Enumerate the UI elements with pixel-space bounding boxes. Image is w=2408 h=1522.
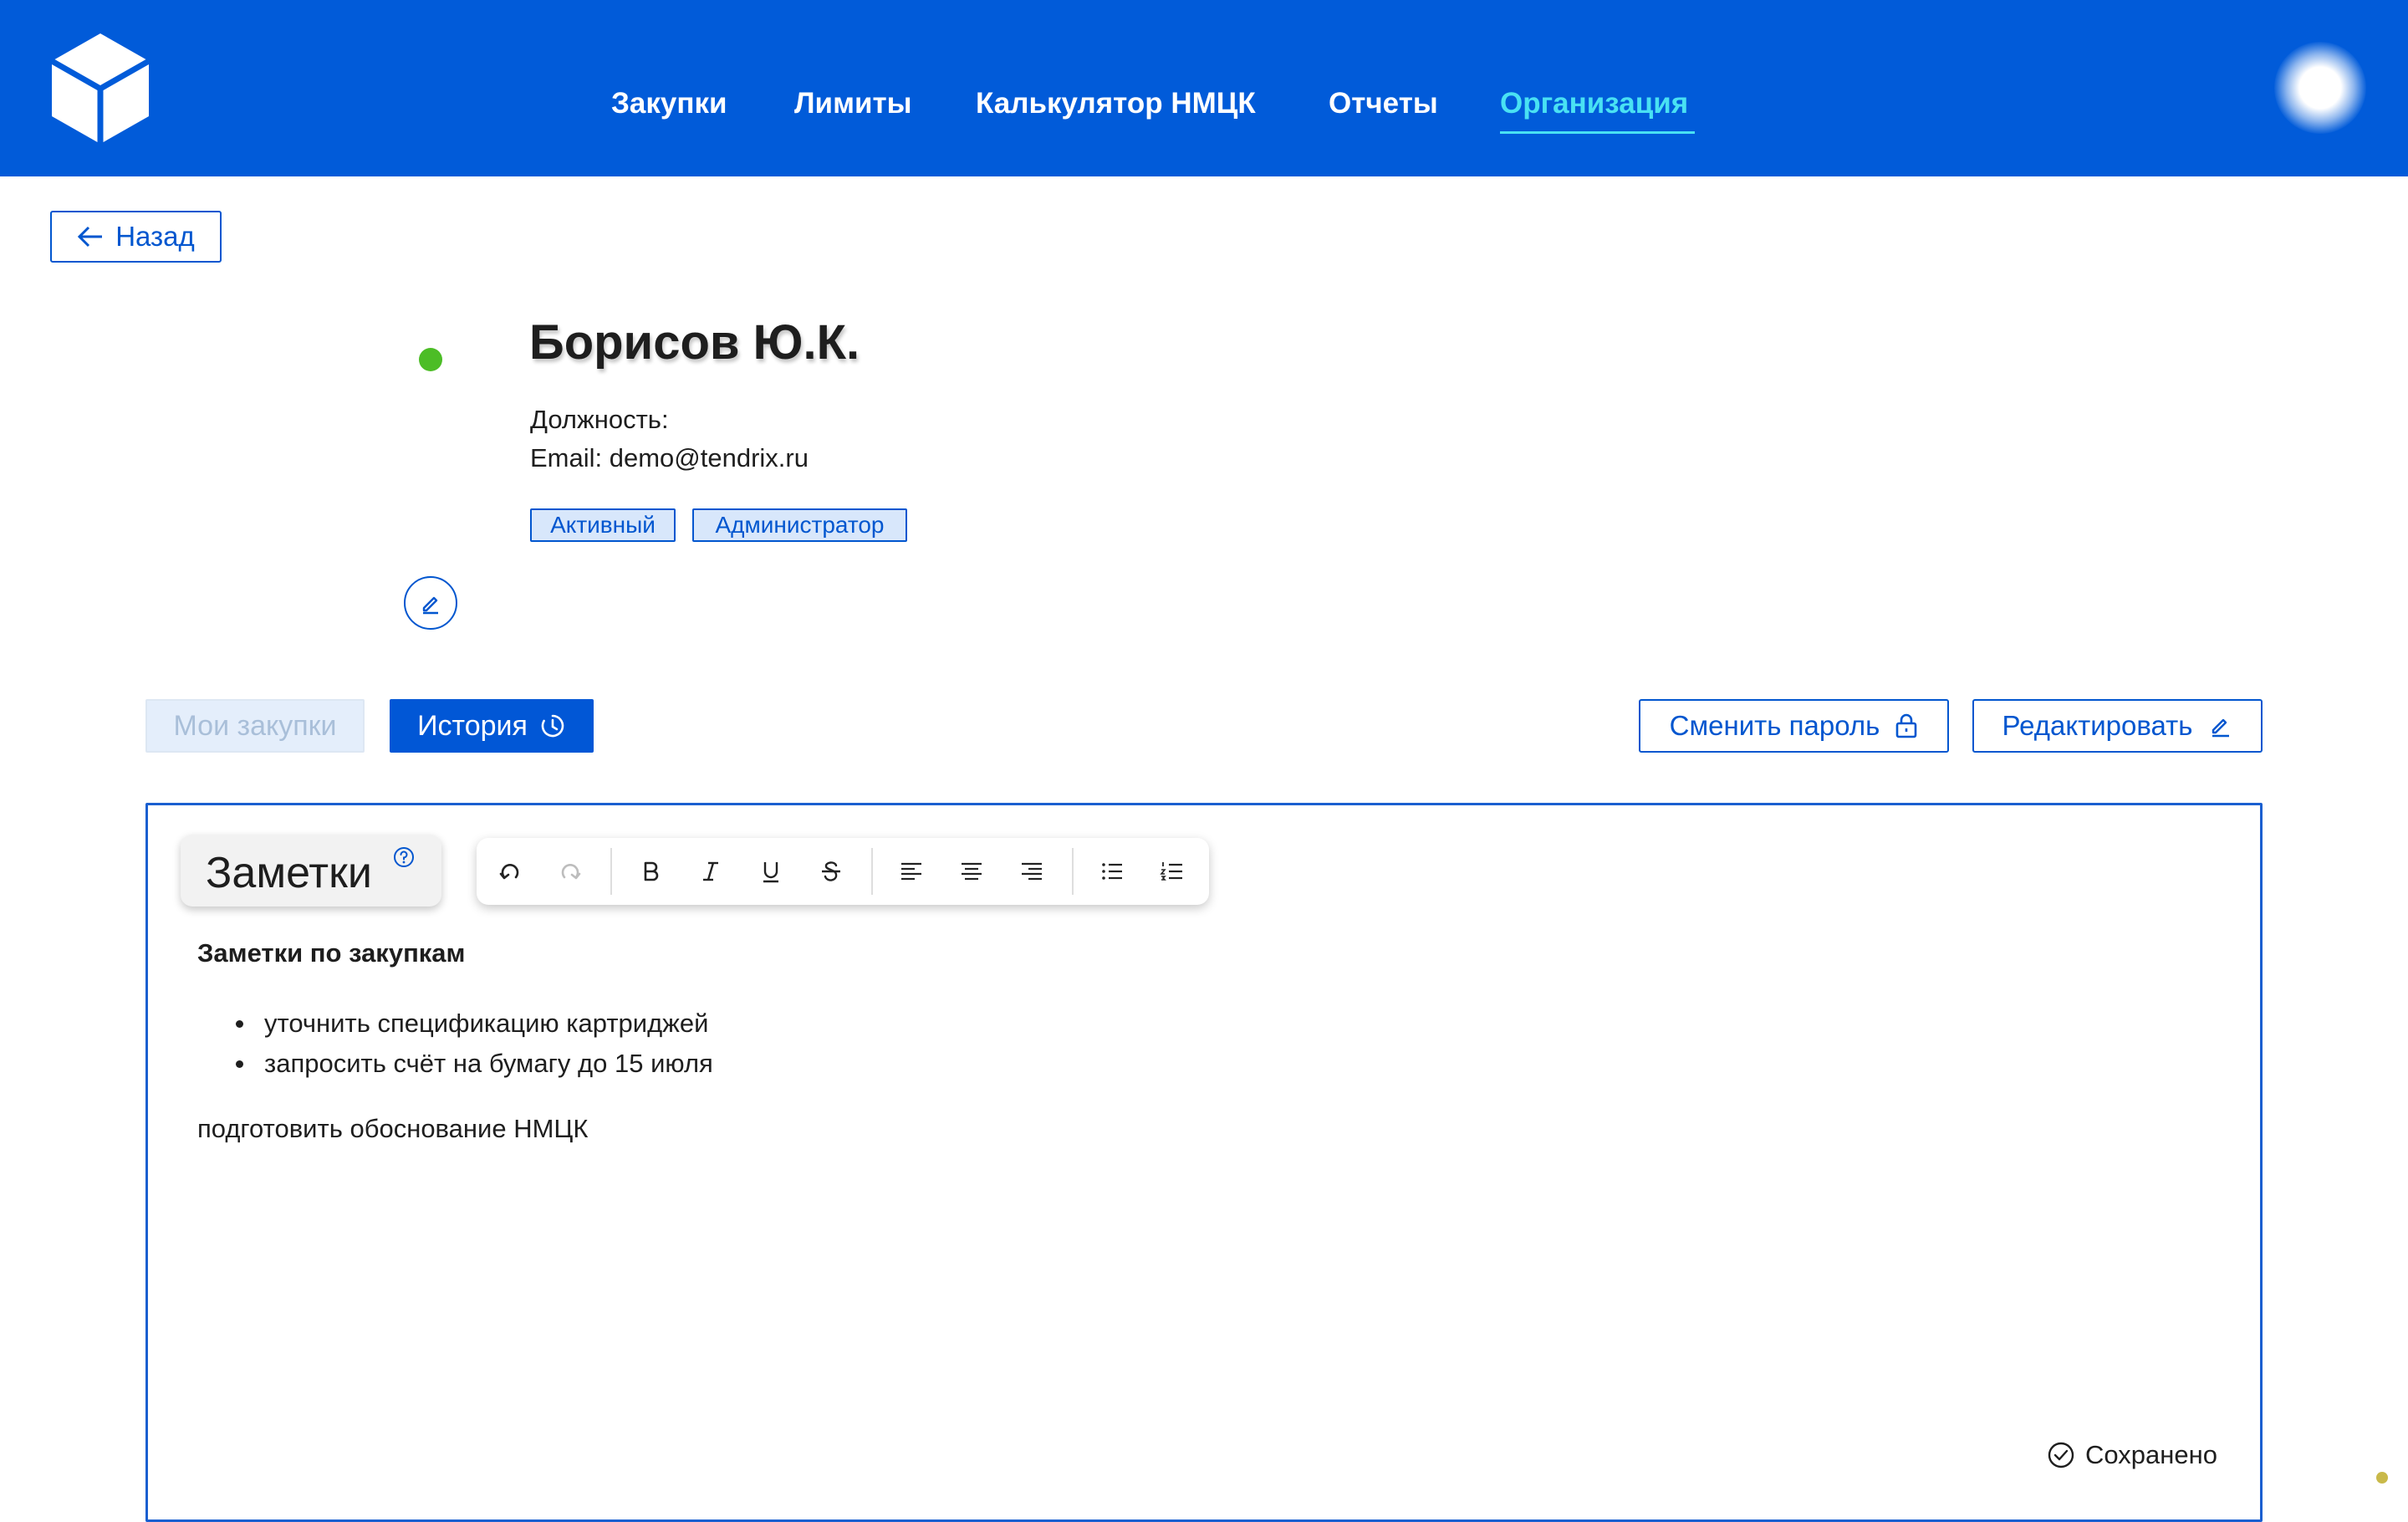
nav-item-reports[interactable]: Отчеты bbox=[1329, 87, 1438, 120]
back-button[interactable]: Назад bbox=[50, 211, 222, 263]
change-password-button[interactable]: Сменить пароль bbox=[1639, 699, 1949, 753]
notes-bullet-list: уточнить спецификацию картриджей запроси… bbox=[234, 1004, 713, 1084]
edit-profile-button[interactable]: Редактировать bbox=[1972, 699, 2263, 753]
profile-email: Email: demo@tendrix.ru bbox=[530, 443, 809, 472]
saved-status: Сохранено bbox=[2047, 1440, 2217, 1470]
nav-item-nmck-calculator[interactable]: Калькулятор НМЦК bbox=[976, 87, 1256, 120]
notes-title-card: Заметки bbox=[181, 835, 441, 907]
top-header: Закупки Лимиты Калькулятор НМЦК Отчеты О… bbox=[0, 0, 2408, 176]
arrow-left-icon bbox=[78, 226, 103, 248]
online-status-indicator bbox=[419, 348, 442, 371]
notes-paragraph: подготовить обоснование НМЦК bbox=[197, 1114, 589, 1143]
bullet-list-icon[interactable] bbox=[1095, 855, 1129, 888]
align-center-icon[interactable] bbox=[955, 855, 988, 888]
avatar[interactable] bbox=[2274, 42, 2366, 134]
tab-history[interactable]: История bbox=[390, 699, 594, 753]
undo-icon[interactable] bbox=[493, 855, 527, 888]
italic-icon[interactable] bbox=[694, 855, 727, 888]
align-left-icon[interactable] bbox=[895, 855, 928, 888]
edit-avatar-button[interactable] bbox=[404, 576, 457, 630]
toolbar-separator bbox=[610, 848, 612, 895]
profile-name: Борисов Ю.К. bbox=[529, 315, 860, 370]
pencil-icon bbox=[422, 596, 438, 615]
bold-icon[interactable] bbox=[634, 855, 667, 888]
list-item: уточнить спецификацию картриджей bbox=[234, 1004, 713, 1044]
list-item: запросить счёт на бумагу до 15 июля bbox=[234, 1044, 713, 1084]
back-button-label: Назад bbox=[115, 221, 195, 252]
toolbar-separator bbox=[871, 848, 873, 895]
toolbar-separator bbox=[1072, 848, 1074, 895]
notes-title: Заметки bbox=[206, 849, 372, 897]
pencil-icon bbox=[2212, 718, 2230, 738]
check-circle-icon bbox=[2048, 1442, 2074, 1468]
profile-position: Должность: bbox=[530, 405, 669, 434]
align-right-icon[interactable] bbox=[1015, 855, 1048, 888]
numbered-list-icon[interactable] bbox=[1156, 855, 1189, 888]
help-icon[interactable] bbox=[393, 846, 415, 868]
tab-my-purchases[interactable]: Мои закупки bbox=[145, 699, 365, 753]
active-nav-underline bbox=[1500, 131, 1695, 134]
history-clock-icon bbox=[541, 714, 564, 738]
main-nav: Закупки Лимиты Калькулятор НМЦК Отчеты О… bbox=[0, 87, 2408, 137]
role-badge: Администратор bbox=[692, 508, 907, 542]
notes-content-heading: Заметки по закупкам bbox=[197, 938, 466, 968]
strikethrough-icon[interactable] bbox=[814, 855, 848, 888]
nav-item-organization[interactable]: Организация bbox=[1500, 87, 1688, 120]
saved-status-label: Сохранено bbox=[2085, 1440, 2217, 1469]
nav-item-limits[interactable]: Лимиты bbox=[794, 87, 912, 120]
edit-profile-label: Редактировать bbox=[2002, 710, 2193, 741]
formatting-toolbar bbox=[477, 838, 1209, 905]
change-password-label: Сменить пароль bbox=[1669, 710, 1880, 741]
status-badge: Активный bbox=[530, 508, 676, 542]
nav-item-purchases[interactable]: Закупки bbox=[611, 87, 727, 120]
notes-editor-panel[interactable] bbox=[145, 803, 2263, 1522]
corner-indicator-dot bbox=[2376, 1472, 2388, 1484]
underline-icon[interactable] bbox=[754, 855, 788, 888]
redo-icon[interactable] bbox=[554, 855, 587, 888]
tab-history-label: История bbox=[417, 709, 528, 742]
lock-icon bbox=[1896, 713, 1917, 738]
